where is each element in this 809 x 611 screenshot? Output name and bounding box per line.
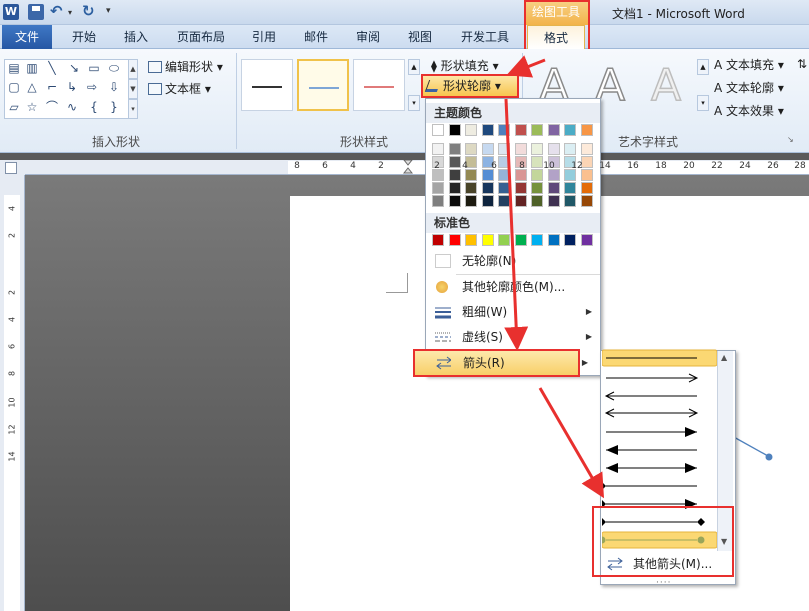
ruler-tick-label: 2 — [7, 289, 17, 296]
ruler-tick-label: 18 — [655, 161, 667, 171]
annotation-arrows — [504, 55, 605, 499]
ruler-tick-label: 10 — [7, 397, 17, 408]
ruler-tick-label: 20 — [683, 161, 695, 171]
ruler-tick-label: 6 — [491, 161, 497, 171]
ruler-tick-label: 22 — [711, 161, 723, 171]
ruler-tick-label: 2 — [378, 161, 384, 171]
ruler-tick-label: 4 — [350, 161, 356, 171]
ruler-tick-label: 8 — [7, 370, 17, 377]
ruler-tick-label: 4 — [462, 161, 468, 171]
ruler-tick-label: 6 — [7, 343, 17, 350]
ruler-tick-label: 16 — [627, 161, 639, 171]
ruler-tick-label: 12 — [7, 424, 17, 435]
ruler-tick-label: 24 — [739, 161, 751, 171]
ruler-tick-label: 26 — [767, 161, 779, 171]
ruler-tick-label: 8 — [294, 161, 300, 171]
ruler-tick-label: 28 — [794, 161, 806, 171]
ruler-tick-label: 4 — [7, 205, 17, 212]
ruler-tick-label: 10 — [543, 161, 555, 171]
ruler-tick-label: 12 — [571, 161, 583, 171]
ruler-tick-label: 14 — [7, 451, 17, 462]
ruler-tick-label: 14 — [599, 161, 611, 171]
ruler-tick-label: 4 — [7, 316, 17, 323]
ruler-tick-label: 2 — [434, 161, 440, 171]
ruler-tick-label: 2 — [7, 232, 17, 239]
ruler-tick-label: 6 — [322, 161, 328, 171]
ruler-tick-label: 8 — [519, 161, 525, 171]
